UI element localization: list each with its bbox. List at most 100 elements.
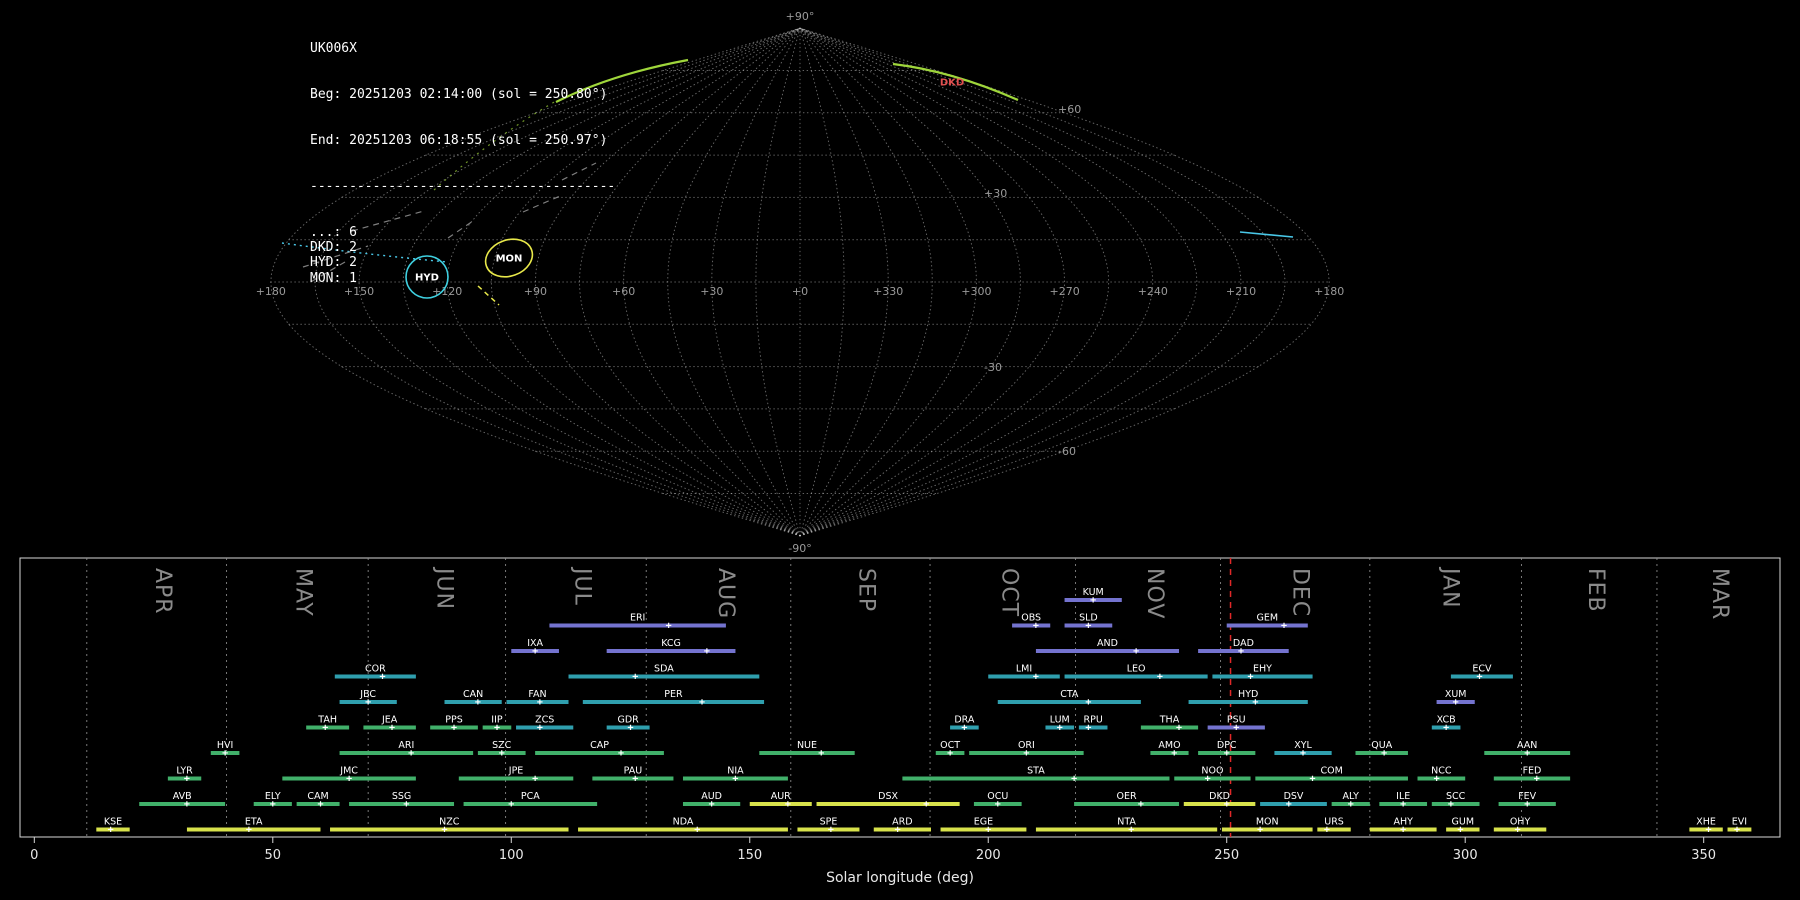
shower-peak-marker: + bbox=[1348, 799, 1354, 810]
shower-label: STA bbox=[1027, 766, 1045, 777]
shower-peak-marker: + bbox=[1138, 799, 1144, 810]
shower-peak-marker: + bbox=[1324, 825, 1330, 836]
shower-bar-gem bbox=[1226, 623, 1308, 628]
shower-peak-marker: + bbox=[1448, 799, 1454, 810]
month-label: MAY bbox=[291, 568, 316, 617]
shower-peak-marker: + bbox=[1176, 723, 1182, 734]
station-id: UK006X bbox=[310, 40, 357, 56]
shower-peak-marker: + bbox=[1524, 748, 1530, 759]
shower-bar-and bbox=[1035, 649, 1180, 653]
shower-peak-marker: + bbox=[1400, 799, 1406, 810]
shower-bar-hyd bbox=[1188, 700, 1308, 704]
shower-peak-marker: + bbox=[618, 748, 624, 759]
shower-peak-marker: + bbox=[1133, 646, 1139, 657]
x-tick-label: 150 bbox=[737, 848, 762, 863]
equator-label: +300 bbox=[961, 285, 991, 298]
shower-peak-marker: + bbox=[704, 646, 710, 657]
shower-bar-eta bbox=[186, 827, 321, 832]
shower-peak-marker: + bbox=[389, 723, 395, 734]
shower-label: DSX bbox=[878, 791, 898, 802]
shower-peak-marker: + bbox=[1248, 672, 1254, 683]
shower-peak-marker: + bbox=[508, 799, 514, 810]
shower-peak-marker: + bbox=[828, 825, 834, 836]
shower-peak-marker: + bbox=[632, 672, 638, 683]
meteor-track-hyd-2 bbox=[1239, 231, 1294, 238]
shower-peak-marker: + bbox=[709, 799, 715, 810]
shower-bar-ari bbox=[339, 751, 474, 755]
shower-bar-nta bbox=[1035, 827, 1218, 832]
shower-peak-marker: + bbox=[1457, 825, 1463, 836]
shower-label: LMI bbox=[1016, 664, 1032, 675]
shower-peak-marker: + bbox=[1085, 621, 1091, 632]
shower-label: AND bbox=[1097, 638, 1118, 649]
shower-label: PCA bbox=[521, 791, 540, 802]
shower-bar-tha bbox=[1140, 725, 1199, 730]
shower-bar-fed bbox=[1493, 776, 1571, 781]
shower-peak-marker: + bbox=[403, 799, 409, 810]
x-tick-label: 50 bbox=[265, 848, 282, 863]
shower-bar-dsv bbox=[1260, 802, 1327, 806]
shower-bar-nzc bbox=[330, 827, 569, 832]
shower-bar-dkd bbox=[1183, 802, 1256, 806]
shower-peak-marker: + bbox=[694, 825, 700, 836]
count-line: MON: 1 bbox=[310, 270, 357, 286]
shower-peak-marker: + bbox=[1224, 799, 1230, 810]
shower-peak-marker: + bbox=[346, 774, 352, 785]
shower-peak-marker: + bbox=[499, 748, 505, 759]
shower-bar-ssg bbox=[349, 802, 455, 806]
shower-peak-marker: + bbox=[961, 723, 967, 734]
shower-peak-marker: + bbox=[184, 774, 190, 785]
shower-bar-aur bbox=[749, 802, 812, 806]
equator-label: +240 bbox=[1138, 285, 1168, 298]
latitude-label: +30 bbox=[984, 187, 1007, 200]
shower-peak-marker: + bbox=[1205, 774, 1211, 785]
shower-peak-marker: + bbox=[1705, 825, 1711, 836]
shower-bar-dsx bbox=[816, 802, 960, 806]
shower-peak-marker: + bbox=[1400, 825, 1406, 836]
shower-peak-marker: + bbox=[532, 646, 538, 657]
shower-peak-marker: + bbox=[1534, 774, 1540, 785]
x-tick-label: 200 bbox=[976, 848, 1001, 863]
equator-label: +60 bbox=[612, 285, 635, 298]
shower-bar-cap bbox=[535, 751, 664, 755]
x-axis-label: Solar longitude (deg) bbox=[826, 870, 974, 886]
shower-peak-marker: + bbox=[1476, 672, 1482, 683]
month-label: NOV bbox=[1142, 568, 1167, 619]
shower-label: COM bbox=[1320, 766, 1342, 777]
month-label: OCT bbox=[997, 568, 1022, 617]
shower-peak-marker: + bbox=[818, 748, 824, 759]
shower-counts: ...: 6 DKD: 2 HYD: 2 MON: 1 bbox=[310, 225, 615, 286]
plot-canvas: +90°-90°+180 +150 +120 +90 +60 +30 +0 +330 +300 +… bbox=[19, 10, 1781, 886]
shower-peak-marker: + bbox=[1300, 748, 1306, 759]
count-line: DKD: 2 bbox=[310, 239, 357, 255]
shower-peak-marker: + bbox=[1233, 723, 1239, 734]
month-label: FEB bbox=[1583, 568, 1608, 613]
shower-peak-marker: + bbox=[184, 799, 190, 810]
shower-label: PER bbox=[664, 689, 683, 700]
obs-end: End: 20251203 06:18:55 (sol = 250.97°) bbox=[310, 132, 608, 148]
shower-peak-marker: + bbox=[270, 799, 276, 810]
shower-bar-amo bbox=[1150, 751, 1189, 755]
x-tick-label: 0 bbox=[30, 848, 38, 863]
x-tick-label: 250 bbox=[1214, 848, 1239, 863]
shower-bar-nue bbox=[759, 751, 855, 755]
shower-bar-zcs bbox=[516, 725, 574, 730]
equator-label: +0 bbox=[792, 285, 808, 298]
shower-bar-com bbox=[1255, 776, 1408, 781]
shower-peak-marker: + bbox=[947, 748, 953, 759]
shower-peak-marker: + bbox=[895, 825, 901, 836]
shower-peak-marker: + bbox=[1524, 799, 1530, 810]
shower-bar-oer bbox=[1074, 802, 1180, 806]
shower-peak-marker: + bbox=[627, 723, 633, 734]
info-separator: --------------------------------------- bbox=[310, 178, 616, 194]
shower-peak-marker: + bbox=[532, 774, 538, 785]
shower-peak-marker: + bbox=[995, 799, 1001, 810]
month-label: MAR bbox=[1707, 568, 1732, 620]
x-tick-label: 100 bbox=[499, 848, 524, 863]
latitude-label: -30 bbox=[984, 361, 1002, 374]
shower-bar-ard bbox=[873, 827, 932, 832]
shower-peak-marker: + bbox=[1090, 595, 1096, 606]
month-label: DEC bbox=[1287, 568, 1312, 617]
shower-peak-marker: + bbox=[1238, 646, 1244, 657]
shower-label: NDA bbox=[673, 817, 694, 828]
